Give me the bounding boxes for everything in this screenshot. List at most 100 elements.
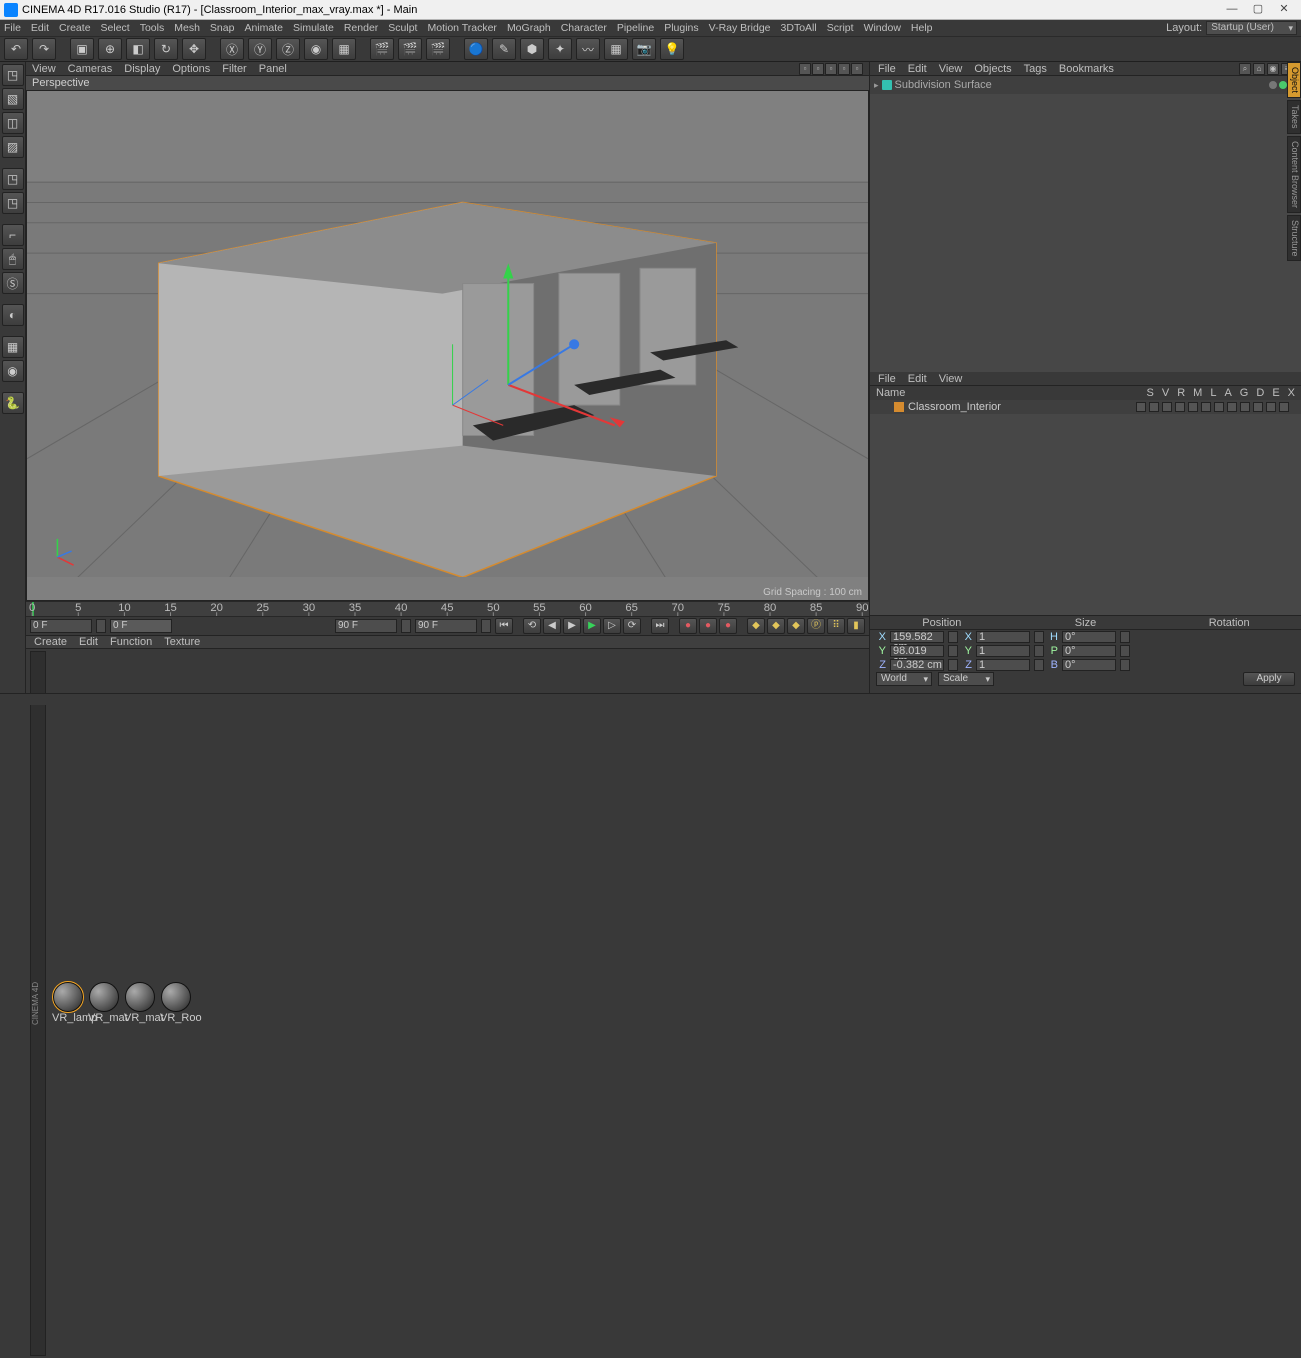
viewport-menu-view[interactable]: View (32, 63, 56, 75)
size-x[interactable]: 1 (976, 631, 1030, 643)
attr-menu-file[interactable]: File (878, 373, 896, 385)
toolbar-button[interactable]: 💡 (660, 38, 684, 60)
menu-pipeline[interactable]: Pipeline (617, 22, 654, 34)
palette-button[interactable]: 🖱 (2, 248, 24, 270)
end-frame-field[interactable]: 90 F (415, 619, 477, 633)
toolbar-button[interactable]: ▦ (604, 38, 628, 60)
attr-col-g[interactable]: G (1240, 387, 1249, 399)
toolbar-button[interactable]: 📷 (632, 38, 656, 60)
current-frame-field[interactable]: 0 F (110, 619, 172, 633)
search-icon[interactable]: ⌕ (1239, 63, 1251, 75)
transport-button[interactable]: ▶ (583, 618, 601, 634)
palette-button[interactable]: ◳ (2, 64, 24, 86)
obj-menu-objects[interactable]: Objects (974, 63, 1011, 75)
minimize-button[interactable]: — (1219, 2, 1245, 18)
menu-snap[interactable]: Snap (210, 22, 235, 34)
material-menu-function[interactable]: Function (110, 636, 152, 648)
viewport-menu-panel[interactable]: Panel (259, 63, 287, 75)
menu-script[interactable]: Script (827, 22, 854, 34)
object-tree-row[interactable]: ▸ Subdivision Surface (874, 78, 1297, 92)
attr-flag-icon[interactable] (1253, 402, 1263, 412)
right-tab-structure[interactable]: Structure (1287, 215, 1301, 262)
viewport-menu-options[interactable]: Options (172, 63, 210, 75)
transport-button[interactable]: ▶ (563, 618, 581, 634)
toolbar-button[interactable]: ◧ (126, 38, 150, 60)
material-menu-edit[interactable]: Edit (79, 636, 98, 648)
material-slot[interactable]: VR_lamp (52, 982, 84, 1026)
attr-col-a[interactable]: A (1224, 387, 1231, 399)
palette-button[interactable]: ◳ (2, 168, 24, 190)
right-tab-object[interactable]: Object (1287, 62, 1301, 98)
eye-icon[interactable]: ◉ (1267, 63, 1279, 75)
attr-col-e[interactable]: E (1272, 387, 1279, 399)
spinner[interactable] (1120, 645, 1130, 657)
vp-icon[interactable]: ▫ (838, 63, 850, 75)
toolbar-button[interactable]: 🎬 (426, 38, 450, 60)
attr-flag-icon[interactable] (1188, 402, 1198, 412)
material-slot[interactable]: VR_mat (124, 982, 156, 1026)
menu-create[interactable]: Create (59, 22, 91, 34)
obj-menu-edit[interactable]: Edit (908, 63, 927, 75)
keyframe-button[interactable]: ⓟ (807, 618, 825, 634)
viewport-menu-cameras[interactable]: Cameras (68, 63, 113, 75)
attr-flag-icon[interactable] (1162, 402, 1172, 412)
material-slot[interactable]: VR_Roo (160, 982, 192, 1026)
attr-col-m[interactable]: M (1193, 387, 1202, 399)
transport-button[interactable]: ⏮ (495, 618, 513, 634)
spinner[interactable] (948, 631, 958, 643)
menu-v-ray-bridge[interactable]: V-Ray Bridge (709, 22, 771, 34)
palette-button[interactable]: ◐ (2, 304, 24, 326)
attr-col-r[interactable]: R (1177, 387, 1185, 399)
viewport-menu-filter[interactable]: Filter (222, 63, 246, 75)
attr-col-l[interactable]: L (1210, 387, 1216, 399)
keyframe-button[interactable]: ▮ (847, 618, 865, 634)
size-y[interactable]: 1 (976, 645, 1030, 657)
palette-button[interactable]: ◫ (2, 112, 24, 134)
toolbar-button[interactable]: ▦ (332, 38, 356, 60)
menu-sculpt[interactable]: Sculpt (388, 22, 417, 34)
pos-z[interactable]: -0.382 cm (890, 659, 944, 671)
layout-dropdown[interactable]: Layout: Startup (User) (1166, 21, 1297, 35)
spinner[interactable] (1120, 631, 1130, 643)
attr-col-d[interactable]: D (1256, 387, 1264, 399)
transport-button[interactable]: ◀ (543, 618, 561, 634)
keyframe-button[interactable]: ⠿ (827, 618, 845, 634)
vp-icon[interactable]: ▫ (851, 63, 863, 75)
keyframe-button[interactable]: ◆ (767, 618, 785, 634)
toolbar-button[interactable]: ✦ (548, 38, 572, 60)
size-z[interactable]: 1 (976, 659, 1030, 671)
menu-animate[interactable]: Animate (244, 22, 283, 34)
toolbar-button[interactable]: 〰 (576, 38, 600, 60)
toolbar-button[interactable]: Ⓧ (220, 38, 244, 60)
palette-button[interactable]: ⌐ (2, 224, 24, 246)
coord-mode-dropdown[interactable]: Scale (938, 672, 994, 686)
material-menu-create[interactable]: Create (34, 636, 67, 648)
toolbar-button[interactable]: ▣ (70, 38, 94, 60)
object-tree-empty[interactable] (870, 94, 1301, 372)
menu-file[interactable]: File (4, 22, 21, 34)
toolbar-button[interactable]: ◉ (304, 38, 328, 60)
material-slot[interactable]: VR_mat (88, 982, 120, 1026)
attr-flag-icon[interactable] (1240, 402, 1250, 412)
palette-button[interactable]: ◳ (2, 192, 24, 214)
rot-p[interactable]: 0° (1062, 645, 1116, 657)
right-tab-content-browser[interactable]: Content Browser (1287, 136, 1301, 213)
attribute-object-name[interactable]: Classroom_Interior (908, 401, 1001, 413)
attr-menu-view[interactable]: View (939, 373, 963, 385)
menu-simulate[interactable]: Simulate (293, 22, 334, 34)
toolbar-button[interactable]: Ⓨ (248, 38, 272, 60)
toolbar-button[interactable]: ⊕ (98, 38, 122, 60)
transport-button[interactable]: ⏭ (651, 618, 669, 634)
home-icon[interactable]: ⌂ (1253, 63, 1265, 75)
toolbar-button[interactable]: Ⓩ (276, 38, 300, 60)
vp-icon[interactable]: ▫ (825, 63, 837, 75)
toolbar-button[interactable]: ↷ (32, 38, 56, 60)
close-button[interactable]: ✕ (1271, 2, 1297, 18)
palette-button[interactable]: ▦ (2, 336, 24, 358)
spinner[interactable] (1120, 659, 1130, 671)
attr-flag-icon[interactable] (1136, 402, 1146, 412)
menu-mograph[interactable]: MoGraph (507, 22, 551, 34)
rot-h[interactable]: 0° (1062, 631, 1116, 643)
menu-help[interactable]: Help (911, 22, 933, 34)
toolbar-button[interactable]: 🔵 (464, 38, 488, 60)
